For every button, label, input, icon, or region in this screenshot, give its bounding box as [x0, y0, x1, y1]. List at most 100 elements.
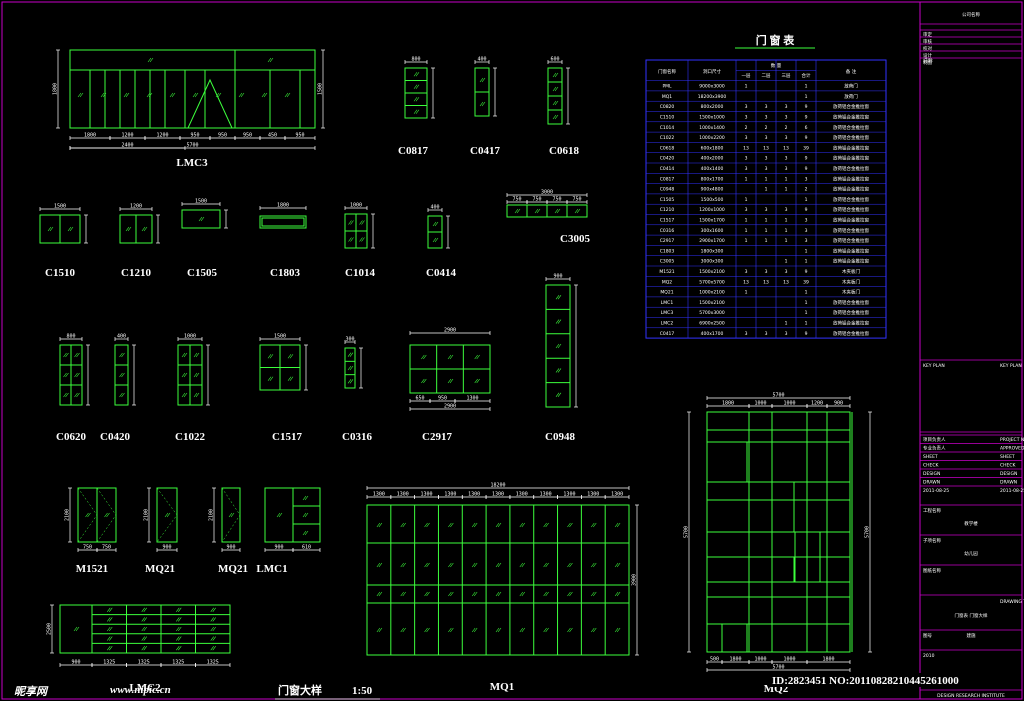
glass-mark: [424, 562, 430, 568]
glass-mark: [424, 522, 430, 528]
label-c1210: C1210: [121, 267, 151, 279]
mq2-dim-top: 1800: [722, 401, 734, 407]
cell-note: 放荷铝合金推拉窗: [833, 103, 869, 110]
tb-info-value: APPROVED: [1000, 446, 1024, 452]
tb-company: 公司名称: [962, 11, 980, 18]
cell-q1: 1: [745, 84, 748, 90]
glass-mark: [125, 226, 132, 232]
tb-info-label: CHECK: [923, 463, 940, 469]
tb-project-label: 工程名称: [923, 507, 941, 514]
cell-q1: 3: [745, 207, 748, 213]
cell-note: 放荷铝合金推拉窗: [833, 330, 869, 337]
cell-q3: 3: [785, 331, 788, 337]
cell-name: C1803: [660, 248, 675, 254]
glass-mark: [176, 617, 182, 622]
subheader: 二层: [762, 73, 771, 79]
glass-mark: [543, 627, 549, 633]
glass-mark: [413, 84, 420, 89]
cell-size: 2900x1700: [699, 238, 725, 244]
mq2-dim-total: 5700: [772, 393, 784, 399]
cell-note: 放荷门: [844, 83, 858, 90]
cell-q1: 1: [745, 197, 748, 203]
cell-size: 400x2000: [701, 156, 724, 162]
cell-name: C0316: [660, 228, 675, 234]
tb-sheet-no: 建施: [967, 632, 976, 639]
cell-size: 900x4800: [701, 187, 724, 193]
glass-mark: [400, 627, 406, 633]
cell-name: MQ2: [662, 279, 672, 285]
glass-mark: [141, 646, 147, 651]
cell-q1: 2: [745, 125, 748, 131]
cell-q3: 3: [785, 166, 788, 172]
drawing-border: [1, 1, 1023, 700]
c1803-dim: 1800: [277, 203, 289, 209]
glass-mark: [63, 372, 69, 378]
cell-name: PML: [662, 84, 672, 90]
cell-q1: 3: [745, 104, 748, 110]
lmc2-dim-height: 2500: [47, 623, 53, 635]
cell-note: 放荷铝合金推拉窗: [833, 144, 869, 151]
c2917-dim-part: 950: [438, 396, 447, 402]
glass-mark: [74, 372, 80, 378]
cell-note: 放荷铝合金推拉窗: [833, 155, 869, 162]
glass-mark: [210, 617, 216, 622]
glass-mark: [448, 522, 454, 528]
glass-mark: [107, 626, 113, 632]
glass-mark: [574, 208, 581, 214]
glass-mark: [448, 562, 454, 568]
tb-drawing-name: 门窗表 门窗大样: [955, 612, 988, 619]
lmc2-dim: 1325: [103, 660, 115, 666]
mq21-dim-height: 2100: [144, 509, 150, 521]
mq2-dim-bottom: 1000: [783, 657, 795, 663]
glass-mark: [359, 237, 365, 242]
mq1-dim-part: 1300: [516, 492, 528, 498]
lmc2-dim-left: 900: [71, 660, 80, 666]
cell-total: 9: [805, 269, 808, 275]
cell-name: C2917: [660, 238, 675, 244]
glass-mark: [591, 562, 597, 568]
label-lmc1: LMC1: [256, 563, 287, 575]
label-c0620: C0620: [56, 431, 86, 443]
cell-size: 1000x2100: [699, 290, 725, 296]
header-name: 门窗名称: [658, 68, 676, 75]
cell-q1: 1: [745, 228, 748, 234]
cell-q3: 13: [783, 145, 789, 151]
watermark-id: ID:2823451 NO:20110828210445261000: [772, 675, 959, 687]
label-c3005: C3005: [560, 233, 590, 245]
cell-note: 放荷铝合金推拉窗: [833, 309, 869, 316]
mq1-dim-part: 1300: [444, 492, 456, 498]
glass-mark: [376, 522, 383, 528]
cad-drawing: 1800 1200 1200 950 950 950 450 9502400 57001800 1…: [1, 1, 1024, 700]
cell-name: C3005: [660, 259, 675, 265]
tb-info-label: 项目负责人: [923, 436, 946, 443]
cell-q1: 3: [745, 115, 748, 121]
cell-q3: 1: [785, 228, 788, 234]
cell-size: 1500x1700: [699, 218, 725, 224]
label-mq1: MQ1: [490, 681, 514, 693]
c1510-dim-width: 1500: [54, 204, 66, 210]
cell-total: 1: [805, 259, 808, 265]
cell-q2: 3: [765, 135, 768, 141]
glass-mark: [400, 522, 406, 528]
tb-sheet-no-label: 图号: [923, 633, 932, 639]
cell-total: 1: [805, 310, 808, 316]
glass-mark: [495, 522, 502, 528]
cell-note: 木夹板门: [842, 268, 860, 275]
cell-size: 1000x1400: [699, 125, 725, 131]
glass-mark: [591, 522, 597, 528]
cell-name: C0414: [660, 166, 675, 172]
cell-total: 2: [805, 187, 808, 193]
cell-total: 9: [805, 207, 808, 213]
glass-mark: [347, 379, 354, 384]
mq21-swing: [156, 487, 178, 543]
cell-name: LMC1: [661, 300, 674, 306]
glass-mark: [228, 512, 235, 518]
lmc3-dim-right: 1500: [318, 83, 324, 95]
tb-key-plan-en: KEY PLAN: [1000, 363, 1022, 369]
subheader: 合计: [802, 72, 811, 79]
mq1-dim-part: 1300: [611, 492, 623, 498]
cell-note: 放荷铝合金推拉窗: [833, 124, 869, 131]
cell-note: 放荷铝合金推拉窗: [833, 114, 869, 121]
c0316-dim-width: 300: [345, 337, 354, 343]
cell-q1: 1: [745, 218, 748, 224]
